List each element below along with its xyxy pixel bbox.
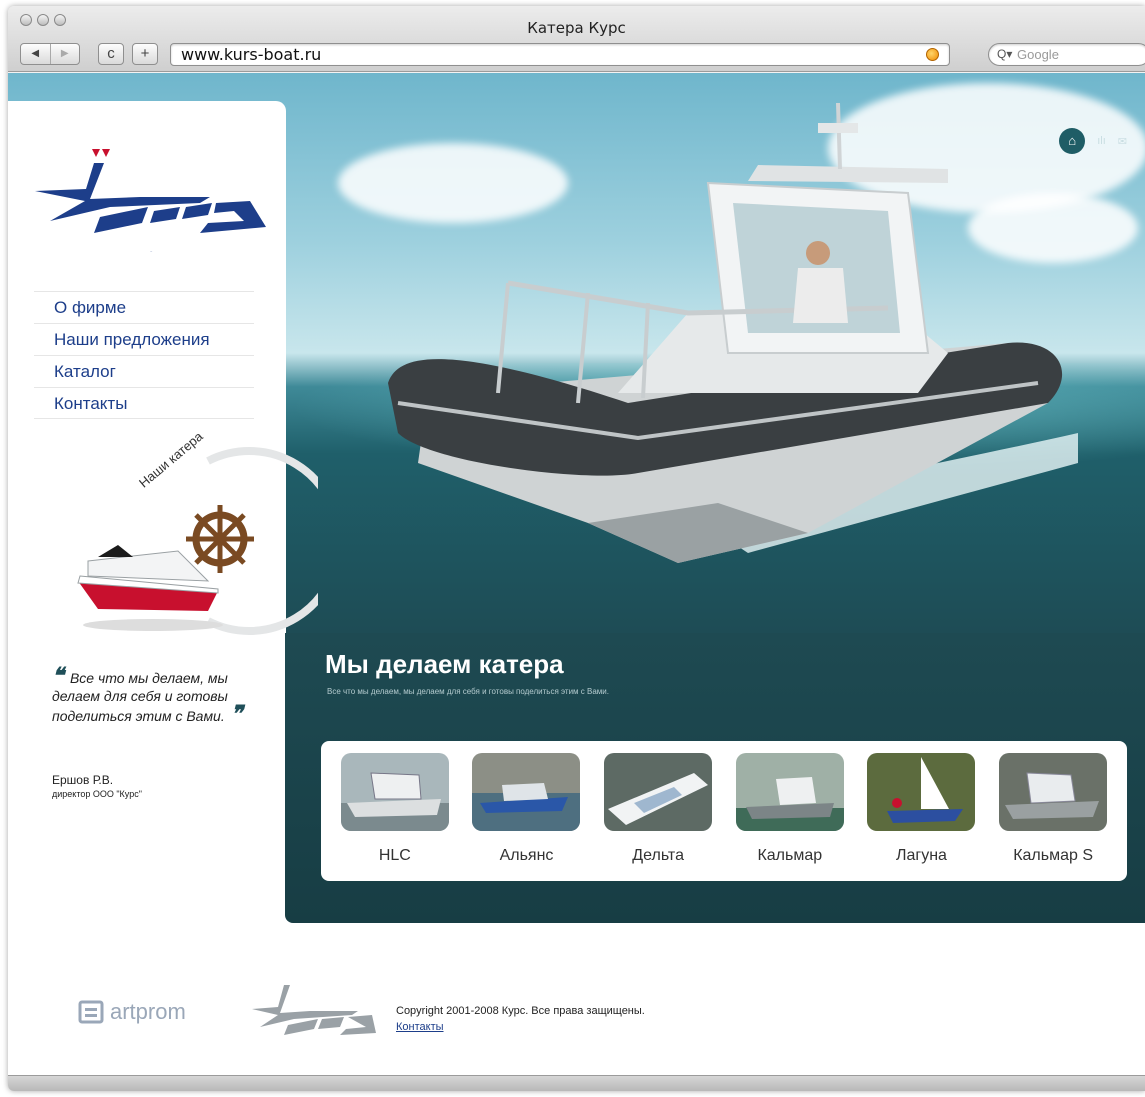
sitemap-icon[interactable]: ılı bbox=[1097, 135, 1106, 147]
forward-button[interactable]: ▶ bbox=[49, 44, 80, 64]
product-thumbnail[interactable] bbox=[735, 753, 844, 831]
footer-logo[interactable] bbox=[248, 979, 378, 1041]
home-icon[interactable]: ⌂ bbox=[1059, 128, 1086, 154]
top-nav-icons: ⌂ ılı ✉ bbox=[1059, 128, 1127, 154]
mail-icon[interactable]: ✉ bbox=[1118, 135, 1127, 148]
footer-contacts-link[interactable]: Контакты bbox=[396, 1021, 444, 1033]
product-card[interactable]: HLC bbox=[340, 753, 450, 881]
product-thumbnail[interactable] bbox=[604, 753, 713, 831]
title-bar: Катера Курс ◀ ▶ c + www.kurs-boat.ru Q▾ … bbox=[8, 6, 1145, 72]
url-bar[interactable]: www.kurs-boat.ru bbox=[170, 43, 950, 66]
window-title: Катера Курс bbox=[527, 19, 626, 37]
url-text: www.kurs-boat.ru bbox=[181, 45, 322, 64]
search-placeholder: Google bbox=[1017, 47, 1059, 62]
history-buttons: ◀ ▶ bbox=[20, 43, 80, 65]
product-thumbnail[interactable] bbox=[340, 753, 449, 831]
browser-window: Катера Курс ◀ ▶ c + www.kurs-boat.ru Q▾ … bbox=[8, 6, 1145, 1091]
product-label[interactable]: Кальмар bbox=[735, 847, 845, 865]
product-label[interactable]: Кальмар S bbox=[998, 847, 1108, 865]
product-card[interactable]: Дельта bbox=[603, 753, 713, 881]
add-bookmark-button[interactable]: + bbox=[132, 43, 158, 65]
product-label[interactable]: Альянс bbox=[471, 847, 581, 865]
main-menu: О фирме Наши предложения Каталог Контакт… bbox=[34, 291, 254, 419]
ship-wheel-icon bbox=[186, 505, 254, 573]
back-button[interactable]: ◀ bbox=[21, 44, 50, 64]
quote-close-icon: ❞ bbox=[224, 701, 243, 726]
quote-text: Все что мы делаем, мы делаем для себя и … bbox=[52, 670, 228, 724]
copyright-text: Copyright 2001-2008 Курс. Все права защи… bbox=[396, 1005, 645, 1017]
hero-boat-image bbox=[388, 103, 1078, 563]
window-bottom-bar bbox=[8, 1075, 1145, 1091]
sidebar: Курс О фирме Наши предложения Каталог Ко… bbox=[8, 101, 318, 1083]
product-thumbnail[interactable] bbox=[999, 753, 1108, 831]
product-card[interactable]: Кальмар bbox=[735, 753, 845, 881]
quote-open-icon: ❝ bbox=[52, 663, 70, 688]
browser-toolbar: ◀ ▶ c + www.kurs-boat.ru Q▾ Google bbox=[20, 43, 1145, 69]
product-card[interactable]: Лагуна bbox=[866, 753, 976, 881]
rss-icon[interactable] bbox=[926, 48, 939, 61]
artprom-logo-text[interactable]: artprom bbox=[110, 999, 186, 1025]
web-page: ⌂ ılı ✉ Курс О фирме Наши предложения Ка… bbox=[8, 73, 1145, 1083]
reload-button[interactable]: c bbox=[98, 43, 124, 65]
menu-item-about[interactable]: О фирме bbox=[34, 291, 254, 323]
site-logo[interactable]: Курс bbox=[30, 137, 270, 257]
product-label[interactable]: HLC bbox=[340, 847, 450, 865]
product-thumbnail[interactable] bbox=[472, 753, 581, 831]
content-panel: Мы делаем катера Все что мы делаем, мы д… bbox=[285, 633, 1145, 923]
product-label[interactable]: Лагуна bbox=[866, 847, 976, 865]
our-boats-badge[interactable] bbox=[58, 441, 318, 641]
product-card[interactable]: Кальмар S bbox=[998, 753, 1108, 881]
svg-text:Курс: Курс bbox=[150, 251, 153, 253]
section-subtitle: Все что мы делаем, мы делаем для себя и … bbox=[327, 687, 609, 696]
product-label[interactable]: Дельта bbox=[603, 847, 713, 865]
menu-item-offers[interactable]: Наши предложения bbox=[34, 323, 254, 355]
menu-item-catalog[interactable]: Каталог bbox=[34, 355, 254, 387]
product-thumbnail[interactable] bbox=[867, 753, 976, 831]
search-icon: Q▾ bbox=[997, 47, 1013, 61]
search-input[interactable]: Q▾ Google bbox=[988, 43, 1145, 66]
product-card[interactable]: Альянс bbox=[471, 753, 581, 881]
quote-author-role: директор ООО "Курс" bbox=[52, 789, 142, 799]
boat-catalog: HLC Альянс Дельта Кальмар Лагуна Кальмар… bbox=[321, 741, 1127, 881]
quote-author: Ершов Р.В. bbox=[52, 773, 114, 787]
menu-item-contacts[interactable]: Контакты bbox=[34, 387, 254, 419]
director-quote: ❝ Все что мы делаем, мы делаем для себя … bbox=[52, 665, 252, 726]
section-title: Мы делаем катера bbox=[325, 649, 564, 679]
